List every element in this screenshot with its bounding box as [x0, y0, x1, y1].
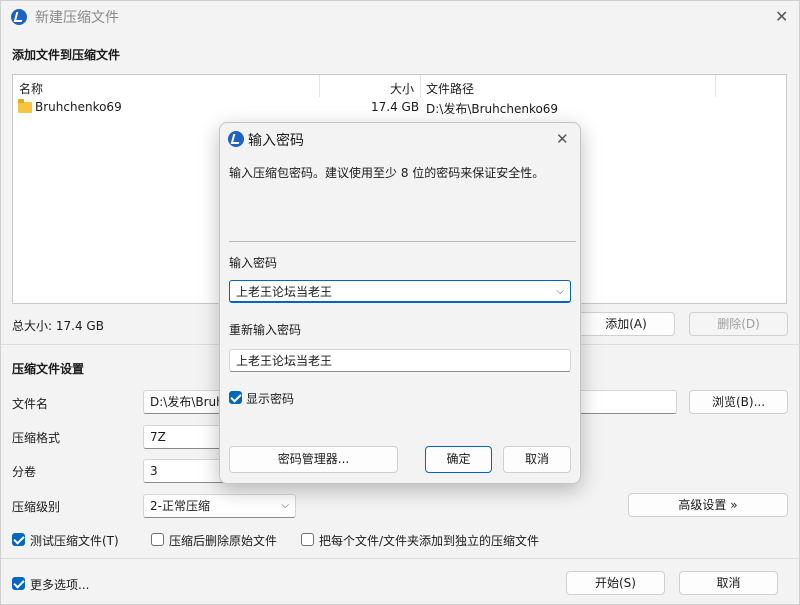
divider: [1, 558, 800, 559]
level-select[interactable]: 2-正常压缩 ⌵: [143, 494, 296, 518]
delete-after-label[interactable]: 压缩后删除原始文件: [169, 532, 277, 549]
column-divider[interactable]: [420, 75, 421, 97]
dialog-cancel-button[interactable]: 取消: [503, 446, 571, 473]
column-header-path[interactable]: 文件路径: [426, 80, 474, 97]
add-button[interactable]: 添加(A): [577, 312, 675, 336]
app-logo-icon: [11, 9, 27, 25]
row-file-path: D:\发布\Bruhchenko69: [426, 102, 559, 116]
cancel-button[interactable]: 取消: [679, 571, 778, 595]
total-size-text: 总大小: 17.4 GB: [12, 319, 104, 333]
close-icon[interactable]: ✕: [775, 9, 788, 25]
files-section-title: 添加文件到压缩文件: [12, 48, 121, 62]
browse-button[interactable]: 浏览(B)...: [689, 390, 788, 414]
start-button[interactable]: 开始(S): [566, 571, 665, 595]
volume-label: 分卷: [12, 465, 37, 479]
app-logo-icon: [228, 131, 244, 147]
show-password-label[interactable]: 显示密码: [246, 390, 294, 407]
chevron-down-icon[interactable]: ⌵: [556, 281, 564, 303]
row-file-name: Bruhchenko69: [35, 100, 122, 114]
filename-label: 文件名: [12, 397, 49, 411]
column-divider[interactable]: [715, 75, 716, 97]
format-label: 压缩格式: [12, 431, 61, 445]
column-divider[interactable]: [319, 75, 320, 97]
password-label: 输入密码: [229, 256, 278, 270]
password-value: 上老王论坛当老王: [236, 285, 333, 299]
password-manager-button[interactable]: 密码管理器...: [229, 446, 398, 473]
separate-archives-label[interactable]: 把每个文件/文件夹添加到独立的压缩文件: [319, 532, 539, 549]
window-title: 新建压缩文件: [35, 10, 119, 26]
delete-after-checkbox[interactable]: [151, 533, 164, 546]
password-input[interactable]: 上老王论坛当老王 ⌵: [229, 280, 571, 303]
reenter-password-input[interactable]: 上老王论坛当老王: [229, 349, 571, 372]
show-password-checkbox[interactable]: [229, 391, 242, 404]
title-bar: 新建压缩文件 ✕: [1, 1, 800, 33]
divider: [229, 241, 576, 242]
delete-button[interactable]: 删除(D): [689, 312, 788, 336]
settings-section-title: 压缩文件设置: [12, 362, 85, 376]
close-icon[interactable]: ✕: [556, 131, 569, 147]
test-archive-label[interactable]: 测试压缩文件(T): [30, 532, 119, 549]
reenter-password-value: 上老王论坛当老王: [236, 354, 333, 368]
separate-archives-checkbox[interactable]: [301, 533, 314, 546]
password-dialog: 输入密码 ✕ 输入压缩包密码。建议使用至少 8 位的密码来保证安全性。 输入密码…: [219, 122, 581, 484]
more-options-checkbox[interactable]: [12, 577, 25, 590]
level-label: 压缩级别: [12, 500, 61, 514]
dialog-title: 输入密码: [248, 133, 304, 149]
reenter-password-label: 重新输入密码: [229, 323, 302, 337]
volume-value: 3: [150, 464, 158, 478]
column-header-name[interactable]: 名称: [19, 80, 43, 97]
test-archive-checkbox[interactable]: [12, 533, 25, 546]
row-file-size: 17.4 GB: [371, 100, 420, 114]
more-options-label[interactable]: 更多选项...: [30, 576, 89, 593]
chevron-down-icon: ⌵: [281, 500, 289, 511]
column-header-size[interactable]: 大小: [390, 80, 414, 97]
folder-icon: [18, 99, 32, 113]
level-value: 2-正常压缩: [150, 499, 210, 513]
dialog-description: 输入压缩包密码。建议使用至少 8 位的密码来保证安全性。: [229, 166, 545, 180]
ok-button[interactable]: 确定: [425, 446, 492, 473]
advanced-settings-button[interactable]: 高级设置 »: [628, 493, 788, 517]
format-value: 7Z: [150, 430, 166, 444]
